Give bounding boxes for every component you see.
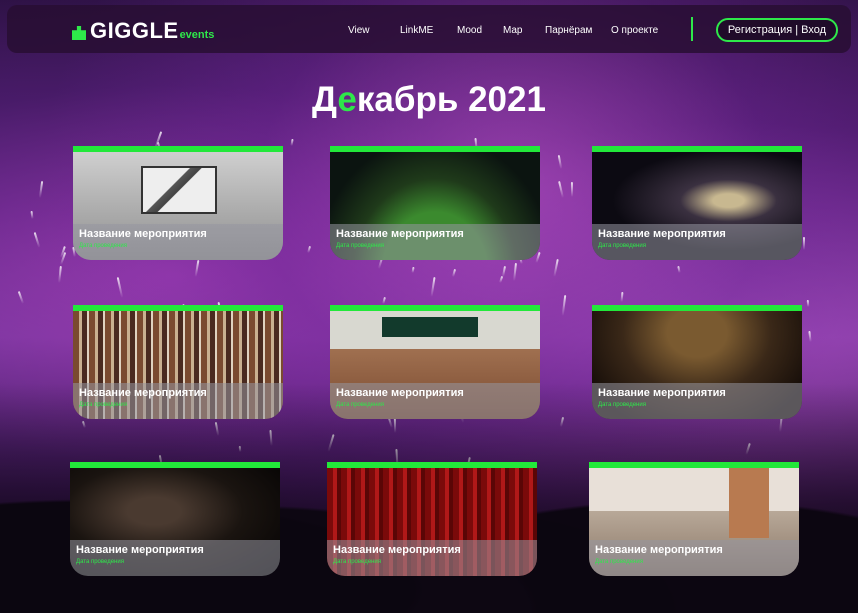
event-title: Название мероприятия	[598, 228, 726, 240]
nav-divider	[691, 17, 693, 41]
firework-spark	[570, 182, 574, 198]
nav-item-map[interactable]: Map	[503, 25, 522, 36]
event-date: Дата проведения	[595, 559, 643, 565]
event-card[interactable]: Название мероприятия Дата проведения	[592, 305, 802, 419]
event-date: Дата проведения	[79, 243, 127, 249]
event-date: Дата проведения	[598, 243, 646, 249]
event-date: Дата проведения	[336, 243, 384, 249]
event-caption: Название мероприятия Дата проведения	[70, 540, 280, 576]
logo[interactable]: GIGGLE events	[72, 18, 214, 44]
event-title: Название мероприятия	[598, 387, 726, 399]
nav-item-linkme[interactable]: LinkME	[400, 25, 433, 36]
event-caption: Название мероприятия Дата проведения	[330, 224, 540, 260]
event-title: Название мероприятия	[79, 228, 207, 240]
event-title: Название мероприятия	[79, 387, 207, 399]
register-login-button[interactable]: Регистрация | Вход	[716, 18, 838, 42]
event-card[interactable]: Название мероприятия Дата проведения	[592, 146, 802, 260]
event-caption: Название мероприятия Дата проведения	[330, 383, 540, 419]
nav-item-view[interactable]: View	[348, 25, 370, 36]
nav-item-mood[interactable]: Mood	[457, 25, 482, 36]
event-caption: Название мероприятия Дата проведения	[73, 383, 283, 419]
nav-item-about[interactable]: О проекте	[611, 25, 658, 36]
event-date: Дата проведения	[598, 402, 646, 408]
firework-spark	[620, 292, 624, 303]
page-title: Декабрь 2021	[312, 80, 546, 119]
event-card[interactable]: Название мероприятия Дата проведения	[70, 462, 280, 576]
firework-spark	[806, 299, 810, 307]
event-card[interactable]: Название мероприятия Дата проведения	[330, 146, 540, 260]
firework-spark	[803, 237, 806, 251]
puzzle-icon	[72, 26, 86, 40]
event-title: Название мероприятия	[333, 544, 461, 556]
event-card[interactable]: Название мероприятия Дата проведения	[73, 146, 283, 260]
event-date: Дата проведения	[336, 402, 384, 408]
nav-item-partners[interactable]: Парнёрам	[545, 25, 592, 36]
event-caption: Название мероприятия Дата проведения	[592, 383, 802, 419]
event-date: Дата проведения	[333, 559, 381, 565]
event-card[interactable]: Название мероприятия Дата проведения	[330, 305, 540, 419]
event-caption: Название мероприятия Дата проведения	[327, 540, 537, 576]
event-date: Дата проведения	[76, 559, 124, 565]
event-date: Дата проведения	[79, 402, 127, 408]
event-caption: Название мероприятия Дата проведения	[589, 540, 799, 576]
event-caption: Название мероприятия Дата проведения	[73, 224, 283, 260]
event-title: Название мероприятия	[336, 228, 464, 240]
event-card[interactable]: Название мероприятия Дата проведения	[73, 305, 283, 419]
event-card[interactable]: Название мероприятия Дата проведения	[589, 462, 799, 576]
event-card[interactable]: Название мероприятия Дата проведения	[327, 462, 537, 576]
event-title: Название мероприятия	[595, 544, 723, 556]
event-caption: Название мероприятия Дата проведения	[592, 224, 802, 260]
event-title: Название мероприятия	[76, 544, 204, 556]
logo-suffix: events	[179, 29, 215, 41]
logo-text: GIGGLE	[90, 18, 179, 43]
event-title: Название мероприятия	[336, 387, 464, 399]
